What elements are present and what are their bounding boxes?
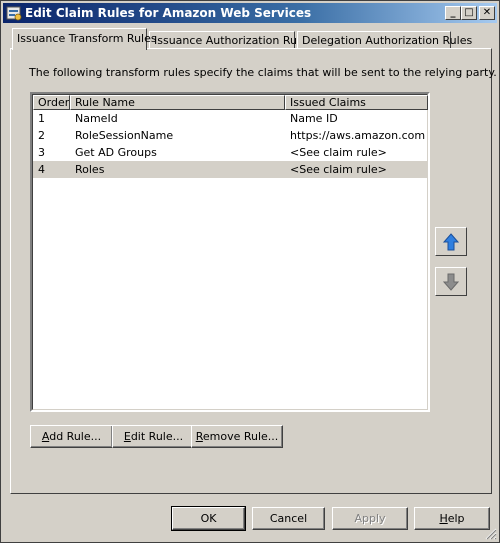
button-label: Apply	[354, 512, 386, 525]
row-order: 4	[38, 163, 45, 176]
arrow-down-icon	[443, 273, 459, 291]
row-issued-claims: <See claim rule>	[290, 163, 387, 176]
table-row-selected[interactable]: 4 Roles <See claim rule>	[33, 161, 427, 178]
table-row[interactable]: 1 NameId Name ID	[33, 110, 427, 127]
row-rule-name: NameId	[75, 112, 118, 125]
tab-panel: The following transform rules specify th…	[10, 48, 497, 494]
app-icon	[6, 6, 22, 21]
accelerator-key: R	[195, 430, 203, 443]
rules-list[interactable]: Order Rule Name Issued Claims 1 NameId N…	[30, 92, 430, 412]
column-header-label: Issued Claims	[290, 96, 366, 109]
window-title: Edit Claim Rules for Amazon Web Services	[25, 6, 312, 20]
row-order: 1	[38, 112, 45, 125]
tab-label: Issuance Transform Rules	[17, 32, 157, 45]
accelerator-key: E	[123, 430, 131, 443]
title-bar[interactable]: Edit Claim Rules for Amazon Web Services…	[3, 3, 497, 23]
column-header-order[interactable]: Order	[33, 95, 70, 110]
button-label: emove Rule...	[202, 430, 279, 443]
help-button[interactable]: Help	[414, 507, 490, 530]
close-button[interactable]: ✕	[479, 6, 495, 20]
row-order: 2	[38, 129, 45, 142]
edit-rule-button[interactable]: Edit Rule...	[112, 425, 195, 448]
row-issued-claims: <See claim rule>	[290, 146, 387, 159]
list-header: Order Rule Name Issued Claims	[33, 95, 428, 110]
button-label: elp	[447, 512, 465, 525]
table-row[interactable]: 3 Get AD Groups <See claim rule>	[33, 144, 427, 161]
move-up-button[interactable]	[435, 227, 467, 256]
tab-label: Issuance Authorization Rules	[154, 34, 313, 47]
ok-button[interactable]: OK	[171, 506, 246, 531]
move-down-button[interactable]	[435, 267, 467, 296]
row-order: 3	[38, 146, 45, 159]
add-rule-button[interactable]: Add Rule...	[30, 425, 113, 448]
apply-button[interactable]: Apply	[332, 507, 408, 530]
button-label: dd Rule...	[49, 430, 102, 443]
panel-description: The following transform rules specify th…	[29, 66, 497, 79]
accelerator-key: H	[439, 512, 448, 525]
arrow-up-icon	[443, 233, 459, 251]
row-rule-name: Get AD Groups	[75, 146, 157, 159]
button-label: dit Rule...	[130, 430, 184, 443]
remove-rule-button[interactable]: Remove Rule...	[191, 425, 283, 448]
tab-issuance-transform-rules[interactable]: Issuance Transform Rules	[12, 28, 157, 50]
row-issued-claims: Name ID	[290, 112, 338, 125]
button-label: Cancel	[269, 512, 308, 525]
tab-label: Delegation Authorization Rules	[302, 34, 473, 47]
maximize-icon: □	[464, 7, 474, 18]
edit-claim-rules-dialog: Edit Claim Rules for Amazon Web Services…	[0, 0, 500, 543]
row-rule-name: Roles	[75, 163, 105, 176]
rules-list-frame: Order Rule Name Issued Claims 1 NameId N…	[32, 94, 428, 410]
minimize-icon: _	[450, 7, 456, 18]
column-header-label: Order	[38, 96, 70, 109]
resize-grip-icon[interactable]	[485, 528, 497, 540]
column-header-label: Rule Name	[75, 96, 135, 109]
minimize-button[interactable]: _	[445, 6, 461, 20]
maximize-button[interactable]: □	[461, 6, 477, 20]
row-rule-name: RoleSessionName	[75, 129, 174, 142]
column-header-issued-claims[interactable]: Issued Claims	[285, 95, 428, 110]
cancel-button[interactable]: Cancel	[252, 507, 325, 530]
table-row[interactable]: 2 RoleSessionName https://aws.amazon.com…	[33, 127, 427, 144]
close-icon: ✕	[482, 7, 492, 18]
row-issued-claims: https://aws.amazon.com...	[290, 129, 426, 142]
column-header-rule-name[interactable]: Rule Name	[70, 95, 285, 110]
button-label: OK	[200, 512, 217, 525]
